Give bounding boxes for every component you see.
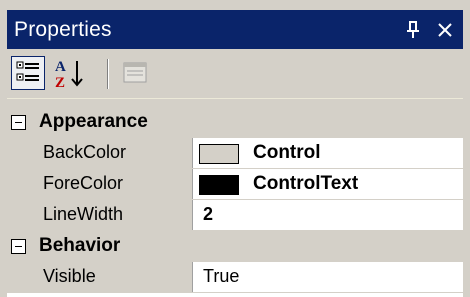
property-value[interactable]: True (193, 262, 463, 293)
property-name: LineWidth (35, 200, 193, 231)
close-icon[interactable] (433, 18, 457, 42)
property-pages-icon (123, 62, 147, 83)
category-appearance[interactable]: Appearance (7, 107, 463, 138)
property-name: Visible (35, 262, 193, 293)
pin-icon[interactable] (401, 18, 425, 42)
property-row-visible[interactable]: Visible True (7, 262, 463, 293)
property-pages-button[interactable] (119, 56, 153, 90)
toolbar-separator (107, 59, 109, 89)
row-divider (35, 292, 463, 293)
row-gutter (7, 200, 35, 231)
color-name: ControlText (253, 173, 359, 194)
property-grid: Appearance BackColor Control ForeColor C… (7, 107, 463, 297)
property-value[interactable]: Control (193, 138, 463, 169)
category-behavior[interactable]: Behavior (7, 231, 463, 262)
property-row-backcolor[interactable]: BackColor Control (7, 138, 463, 169)
color-swatch (199, 144, 239, 164)
properties-window: Properties A Z Appearance BackColor Cont… (0, 0, 470, 297)
row-gutter (7, 262, 35, 293)
property-name: BackColor (35, 138, 193, 169)
color-name: Control (253, 142, 321, 163)
collapse-icon[interactable] (11, 115, 26, 130)
categorized-button[interactable] (11, 56, 45, 90)
toolbar: A Z (7, 49, 463, 99)
categorized-icon (16, 61, 39, 81)
property-name: ForeColor (35, 169, 193, 200)
property-value[interactable]: 2 (193, 200, 463, 231)
svg-text:A: A (55, 59, 66, 75)
row-gutter (7, 138, 35, 169)
window-title: Properties (14, 17, 112, 41)
collapse-icon[interactable] (11, 239, 26, 254)
row-gutter (7, 169, 35, 200)
svg-text:Z: Z (55, 75, 65, 90)
alphabetical-button[interactable]: A Z (52, 56, 86, 91)
alphabetical-sort-icon: A Z (55, 59, 83, 91)
color-swatch (199, 175, 239, 195)
property-row-linewidth[interactable]: LineWidth 2 (7, 200, 463, 231)
property-value[interactable]: ControlText (193, 169, 463, 200)
property-row-forecolor[interactable]: ForeColor ControlText (7, 169, 463, 200)
category-label: Behavior (39, 235, 121, 256)
category-label: Appearance (39, 111, 148, 132)
title-bar: Properties (7, 10, 463, 49)
